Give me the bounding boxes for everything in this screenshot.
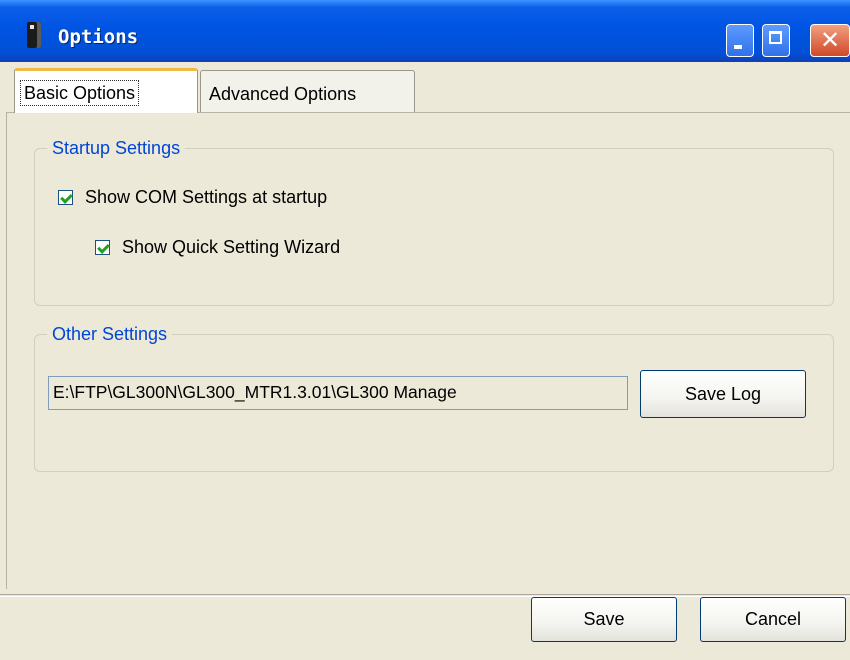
save-log-button[interactable]: Save Log [640,370,806,418]
checkmark-icon[interactable] [58,190,73,205]
title-bar[interactable]: Options ✕ [0,0,850,62]
show-com-settings-label: Show COM Settings at startup [85,187,328,207]
tab-basic-options[interactable]: Basic Options [14,68,198,113]
tab-advanced-options[interactable]: Advanced Options [200,70,415,112]
minimize-button[interactable] [726,24,754,57]
close-button[interactable]: ✕ [810,24,850,57]
application-icon [27,22,41,48]
startup-settings-group: Startup Settings [34,135,834,306]
tab-advanced-options-label: Advanced Options [209,84,357,104]
startup-settings-legend: Startup Settings [47,135,186,161]
log-path-field[interactable]: E:\FTP\GL300N\GL300_MTR1.3.01\GL300 Mana… [48,376,628,410]
show-com-settings-checkbox[interactable]: Show COM Settings at startup [58,187,327,208]
maximize-button[interactable] [762,24,790,57]
other-settings-legend: Other Settings [47,321,173,347]
checkmark-icon[interactable] [95,240,110,255]
dialog-content: Basic Options Advanced Options Startup S… [0,62,850,660]
show-quick-wizard-label: Show Quick Setting Wizard [122,237,341,257]
save-button[interactable]: Save [531,597,677,642]
close-icon: ✕ [820,26,841,54]
window-title: Options [58,26,139,48]
options-window: Options ✕ Basic Options Advanced Options… [0,0,850,660]
cancel-button[interactable]: Cancel [700,597,846,642]
tab-basic-options-label: Basic Options [20,80,140,106]
show-quick-wizard-checkbox[interactable]: Show Quick Setting Wizard [95,237,340,258]
